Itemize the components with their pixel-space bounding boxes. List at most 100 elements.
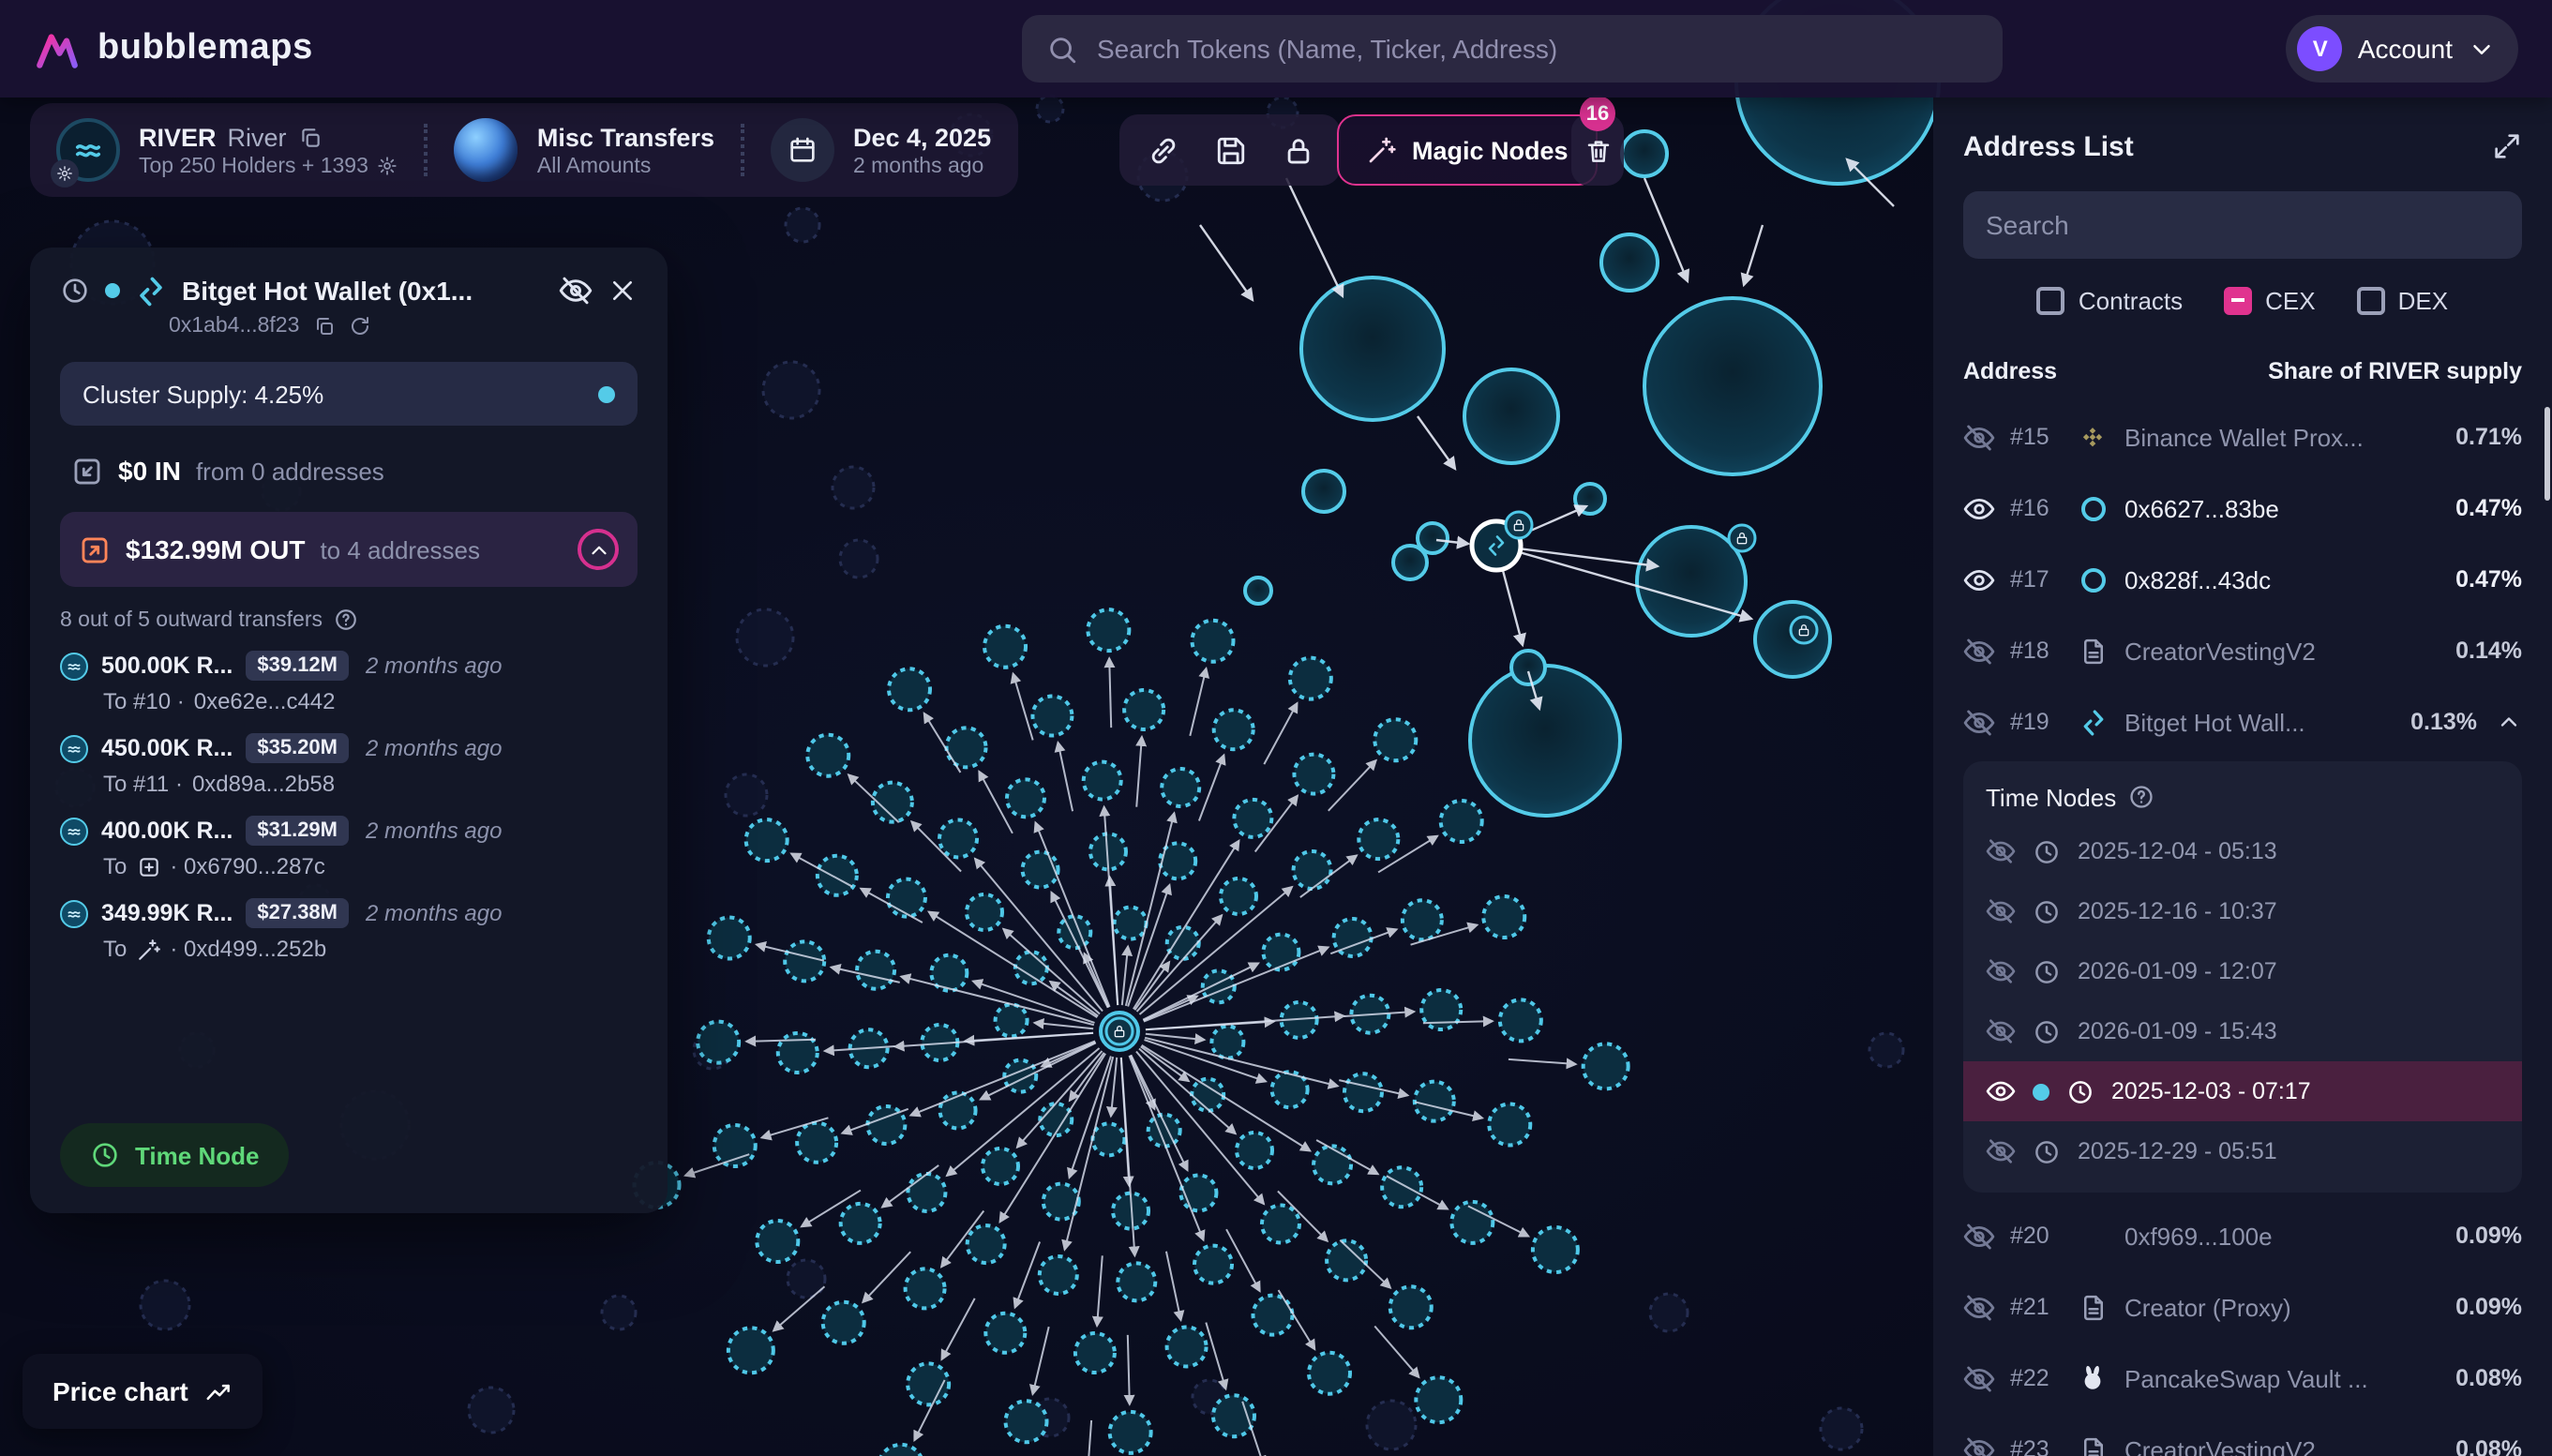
transfer-time: 2 months ago [366, 735, 502, 761]
outflow-row[interactable]: $132.99M OUT to 4 addresses [60, 512, 638, 587]
address-row[interactable]: #22 PancakeSwap Vault ... 0.08% [1963, 1343, 2522, 1414]
close-icon[interactable] [608, 276, 638, 306]
eye-icon[interactable] [1963, 492, 1995, 524]
address-row-expanded[interactable]: #19 Bitget Hot Wall... 0.13% [1963, 686, 2522, 758]
address-row[interactable]: #16 0x6627...83be 0.47% [1963, 473, 2522, 544]
eye-icon[interactable] [1963, 563, 1995, 595]
transfer-item[interactable]: 400.00K R... $31.29M 2 months ago To · 0… [60, 816, 638, 879]
river-coin-icon [60, 899, 88, 927]
eye-off-icon[interactable] [1963, 635, 1995, 667]
chain-badge-icon [51, 159, 79, 188]
outflow-amount: $132.99M OUT [126, 534, 305, 564]
time-node-row-selected[interactable]: 2025-12-03 - 07:17 [1963, 1061, 2522, 1121]
address-row[interactable]: #21 Creator (Proxy) 0.09% [1963, 1271, 2522, 1343]
help-icon[interactable] [2127, 784, 2154, 810]
share-link-button[interactable] [1133, 122, 1193, 178]
scrollbar-thumb[interactable] [2544, 407, 2550, 501]
filter-dex[interactable]: DEX [2357, 286, 2448, 314]
address-row[interactable]: #20 0xf969...100e 0.09% [1963, 1200, 2522, 1271]
address-search[interactable] [1963, 191, 2522, 259]
bubblemaps-logo[interactable]: bubblemaps [34, 25, 313, 72]
transfer-to-address: 0xd89a...2b58 [192, 771, 335, 797]
eye-off-icon[interactable] [1963, 1362, 1995, 1394]
eye-off-icon[interactable] [1963, 421, 1995, 453]
filter-cex[interactable]: CEX [2224, 286, 2315, 314]
time-node-row[interactable]: 2025-12-04 - 05:13 [1963, 821, 2522, 881]
transfer-to-address: · 0xd499...252b [170, 936, 326, 962]
transfer-mode-subtitle: All Amounts [537, 155, 651, 177]
time-node-button[interactable]: Time Node [60, 1123, 289, 1187]
save-button[interactable] [1200, 122, 1260, 178]
time-node-row[interactable]: 2025-12-16 - 10:37 [1963, 881, 2522, 941]
eye-off-icon[interactable] [1986, 1136, 2016, 1166]
expand-icon[interactable] [2492, 131, 2522, 161]
refresh-icon[interactable] [348, 315, 370, 338]
address-share: 0.47% [2455, 566, 2522, 593]
address-row[interactable]: #23 CreatorVestingV2 0.08% [1963, 1414, 2522, 1456]
transfer-time: 2 months ago [366, 818, 502, 844]
filter-contracts[interactable]: Contracts [2037, 286, 2183, 314]
transfer-mode-card[interactable]: Misc Transfers All Amounts [455, 118, 714, 182]
transfer-item[interactable]: 349.99K R... $27.38M 2 months ago To · 0… [60, 898, 638, 962]
eye-off-icon[interactable] [1963, 706, 1995, 738]
dex-checkbox[interactable] [2357, 286, 2385, 314]
time-node-label: 2025-12-16 - 10:37 [2078, 898, 2277, 924]
token-search-input[interactable] [1097, 34, 1978, 64]
wallet-header: Bitget Hot Wallet (0x1... [60, 274, 638, 308]
token-search[interactable] [1022, 15, 2003, 83]
address-share: 0.08% [2455, 1365, 2522, 1391]
outflow-icon [79, 533, 111, 565]
logo-icon [34, 25, 81, 72]
contracts-checkbox[interactable] [2037, 286, 2065, 314]
address-name: Creator (Proxy) [2124, 1293, 2440, 1321]
token-card[interactable]: RIVER River Top 250 Holders + 1393 [56, 118, 398, 182]
address-search-input[interactable] [1986, 210, 2499, 240]
lock-button[interactable] [1268, 122, 1328, 178]
copy-address-icon[interactable] [312, 315, 335, 338]
inflow-icon [71, 455, 103, 487]
address-row[interactable]: #18 CreatorVestingV2 0.14% [1963, 615, 2522, 686]
address-list-panel: Address List Contracts CEX DEX Address S… [1933, 98, 2552, 1456]
hide-address-eye-off-icon[interactable] [559, 274, 593, 308]
eye-off-icon[interactable] [1963, 1291, 1995, 1323]
time-nodes-panel: Time Nodes 2025-12-04 - 05:13 2025-12-16… [1963, 761, 2522, 1193]
token-name: River [228, 123, 287, 151]
address-rank: #21 [2010, 1294, 2061, 1320]
address-name: 0x828f...43dc [2124, 565, 2440, 593]
snapshot-date-card[interactable]: Dec 4, 2025 2 months ago [771, 118, 991, 182]
inflow-row[interactable]: $0 IN from 0 addresses [60, 441, 638, 501]
address-row[interactable]: #17 0x828f...43dc 0.47% [1963, 544, 2522, 615]
eye-icon[interactable] [1986, 1076, 2016, 1106]
time-node-row[interactable]: 2025-12-29 - 05:51 [1963, 1121, 2522, 1181]
eye-off-icon[interactable] [1963, 1220, 1995, 1252]
address-rank: #23 [2010, 1436, 2061, 1456]
time-node-label: 2025-12-29 - 05:51 [2078, 1138, 2277, 1164]
magic-nodes-button[interactable]: Magic Nodes [1337, 114, 1599, 186]
copy-icon[interactable] [298, 125, 323, 149]
map-settings-bar: RIVER River Top 250 Holders + 1393 Misc … [30, 103, 1017, 197]
address-share: 0.71% [2455, 424, 2522, 450]
filter-label: Contracts [2079, 286, 2183, 314]
eye-off-icon[interactable] [1986, 896, 2016, 926]
time-node-row[interactable]: 2026-01-09 - 15:43 [1963, 1001, 2522, 1061]
help-icon[interactable] [334, 608, 358, 632]
account-menu-button[interactable]: V Account [2287, 15, 2518, 83]
transfer-to-label: To [103, 936, 127, 962]
eye-off-icon[interactable] [1986, 956, 2016, 986]
price-chart-button[interactable]: Price chart [23, 1354, 263, 1429]
transfer-time: 2 months ago [366, 900, 502, 926]
time-node-row[interactable]: 2026-01-09 - 12:07 [1963, 941, 2522, 1001]
eye-off-icon[interactable] [1963, 1433, 1995, 1456]
chevron-up-icon[interactable] [2496, 709, 2522, 735]
transfer-item[interactable]: 500.00K R... $39.12M 2 months ago To #10… [60, 651, 638, 714]
collapse-outflows-button[interactable] [578, 529, 619, 570]
address-row[interactable]: #15 Binance Wallet Prox... 0.71% [1963, 401, 2522, 473]
cex-checkbox[interactable] [2224, 286, 2252, 314]
transfer-item[interactable]: 450.00K R... $35.20M 2 months ago To #11… [60, 733, 638, 797]
clock-icon [2033, 1017, 2061, 1045]
cluster-supply-row[interactable]: Cluster Supply: 4.25% [60, 362, 638, 426]
eye-off-icon[interactable] [1986, 1016, 2016, 1046]
eye-off-icon[interactable] [1986, 836, 2016, 866]
address-list-title: Address List [1963, 130, 2134, 162]
gear-icon[interactable] [378, 156, 398, 176]
